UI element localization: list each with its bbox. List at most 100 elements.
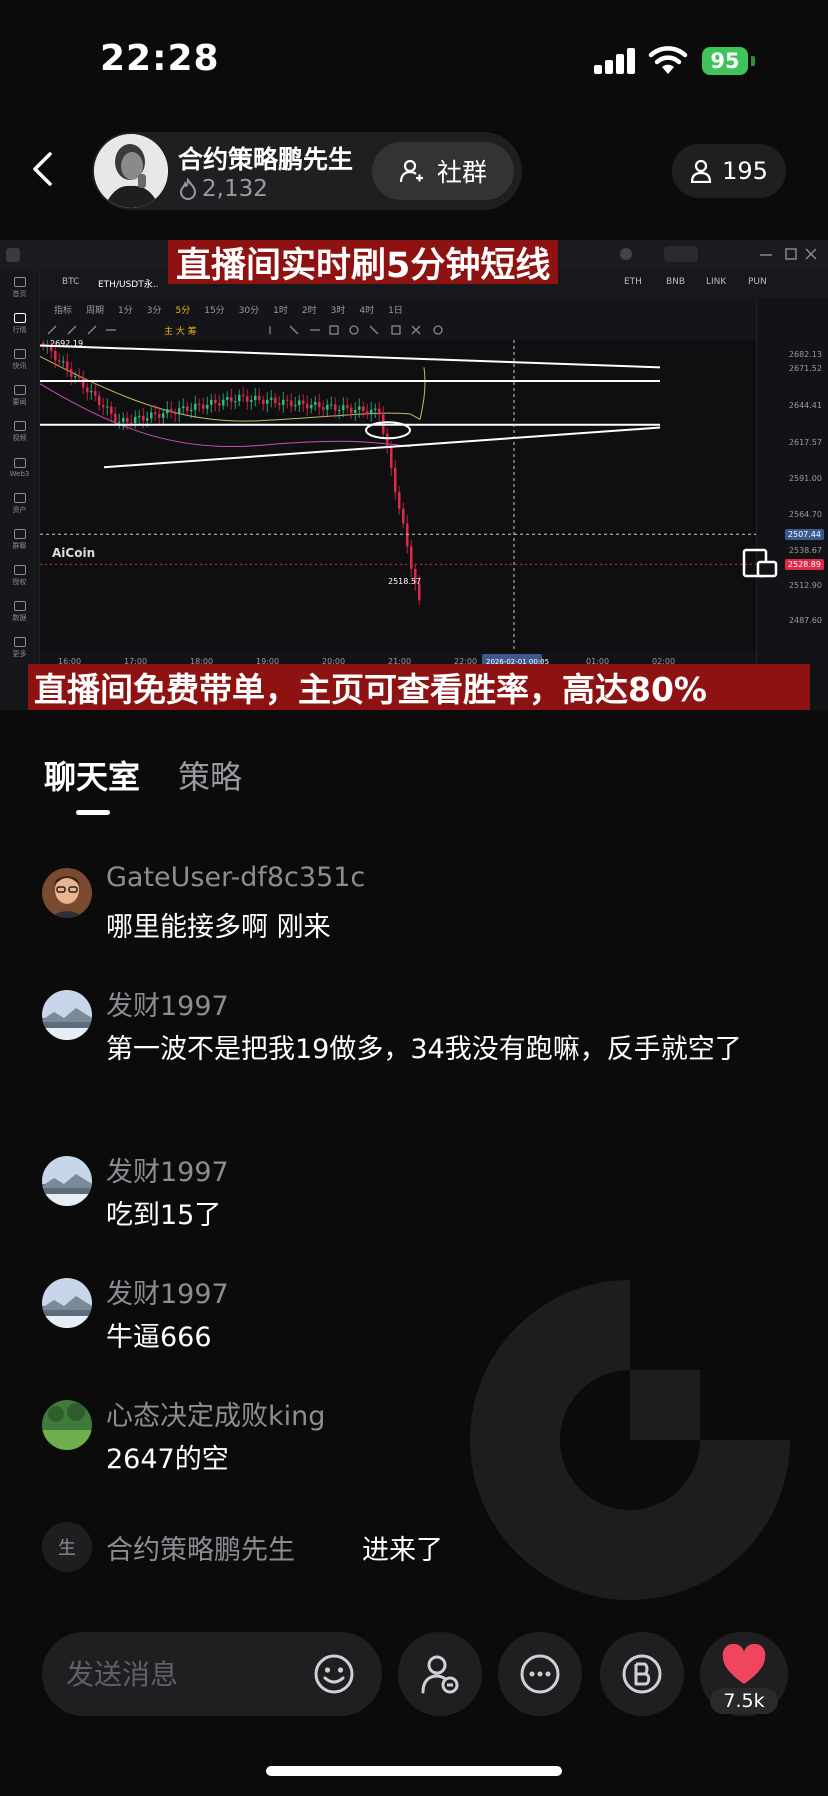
more-button[interactable] (498, 1632, 582, 1716)
home-indicator[interactable] (266, 1766, 562, 1776)
candle-body (266, 399, 269, 404)
chat-message: 心态决定成败king 2647的空 (42, 1394, 802, 1484)
candle-body (202, 404, 205, 409)
battery-tip (751, 56, 755, 66)
symbol-tab: LINK (706, 277, 727, 287)
candle-body (70, 369, 73, 377)
bitcoin-button[interactable] (600, 1632, 684, 1716)
candle-body (230, 397, 233, 402)
host-name: 合约策略鹏先生 (178, 145, 354, 174)
candle-body (118, 421, 121, 423)
chat-username[interactable]: 心态决定成败king (106, 1394, 325, 1433)
candle-body (214, 399, 217, 404)
co-host-button[interactable] (398, 1632, 482, 1716)
symbol-tab: BNB (666, 277, 686, 287)
status-time: 22:28 (100, 38, 220, 79)
candle-body (366, 411, 369, 415)
price-axis: 2682.13 2671.52 2644.41 2617.57 2591.00 2564.… (756, 298, 828, 710)
tab-strategy[interactable]: 策略 (178, 752, 242, 798)
candle-body (318, 402, 321, 408)
candle-body (406, 523, 409, 547)
live-room-page: 22:28 95 合约策略鹏先生 2,132 社群 195 首页 行情 快讯 要… (0, 0, 828, 1796)
toolbar-item: 2时 (301, 305, 317, 316)
candle-body (98, 395, 101, 406)
toolbar-item-active: 5分 (175, 305, 191, 316)
flame-icon (179, 178, 197, 200)
symbol-tab: ETH/USDT永.. (98, 280, 159, 290)
join-username[interactable]: 合约策略鹏先生 (106, 1528, 295, 1567)
price-tick: 2644.41 (788, 401, 822, 411)
user-avatar[interactable] (42, 1278, 92, 1328)
chat-text: 牛逼666 (106, 1322, 212, 1353)
candle-body (314, 402, 317, 405)
high-price-label: 2692.19 (50, 340, 83, 348)
candle-body (402, 508, 405, 524)
candle-body (90, 390, 93, 393)
candle-body (362, 406, 365, 412)
message-input-box[interactable] (42, 1632, 382, 1716)
candle-body (210, 399, 213, 405)
candle-body (378, 408, 381, 415)
candle-body (386, 433, 389, 448)
content-tabs: 聊天室 策略 (0, 730, 828, 820)
toolbar-item: 周期 (86, 305, 105, 316)
candle-body (346, 405, 349, 408)
like-button[interactable]: 7.5k (700, 1632, 788, 1716)
host-likes: 2,132 (178, 176, 268, 202)
viewers-number: 195 (722, 157, 768, 185)
chat-username[interactable]: GateUser-df8c351c (106, 862, 365, 893)
community-button[interactable]: 社群 (372, 142, 514, 200)
drawing-toolbar: 主 大 筹 (40, 320, 756, 340)
chat-username[interactable]: 发财1997 (106, 1150, 229, 1189)
candle-body (198, 403, 201, 405)
candle-body (278, 403, 281, 405)
candle-body (206, 404, 209, 409)
candle-body (78, 376, 81, 379)
candle-body (86, 387, 89, 393)
user-avatar[interactable] (42, 990, 92, 1040)
live-video[interactable]: 首页 行情 快讯 要闻 视频 Web3 资产 群聊 授权 数据 更多 BTC ETH/US… (0, 240, 828, 710)
user-avatar[interactable] (42, 1156, 92, 1206)
back-button[interactable] (22, 144, 62, 194)
candle-body (342, 405, 345, 411)
coin-b-icon (622, 1654, 662, 1694)
live-header: 合约策略鹏先生 2,132 社群 195 (0, 126, 828, 216)
candle-body (110, 406, 113, 414)
user-avatar[interactable] (42, 1400, 92, 1450)
price-chart: 2692.192518.5716:00 17:00 18:00 19:00 20:00 2… (40, 340, 756, 710)
aicoin-logo: AiCoin (52, 546, 96, 560)
symbol-tab: PUN (748, 277, 767, 287)
candle-body (298, 400, 301, 406)
chat-text: 2647的空 (106, 1444, 229, 1475)
candle-body (138, 415, 141, 417)
tab-chat-room[interactable]: 聊天室 (44, 752, 140, 798)
candle-body (194, 403, 197, 410)
price-tick: 2682.13 (788, 349, 822, 359)
message-input[interactable] (66, 1648, 296, 1700)
fullscreen-rotate-icon[interactable] (742, 546, 778, 580)
host-avatar[interactable] (94, 134, 168, 208)
user-avatar[interactable] (42, 868, 92, 918)
symbol-tab: BTC (62, 277, 80, 287)
candle-body (82, 378, 85, 388)
candle-body (274, 397, 277, 404)
viewers-count[interactable]: 195 (672, 144, 786, 198)
chat-username[interactable]: 发财1997 (106, 984, 229, 1023)
emoji-icon[interactable] (312, 1652, 356, 1696)
chat-message: GateUser-df8c351c 哪里能接多啊 刚来 (42, 862, 802, 952)
candle-body (302, 400, 305, 404)
chat-message: 发财1997 牛逼666 (42, 1272, 802, 1362)
host-likes-count: 2,132 (202, 176, 268, 202)
toolbar-item: 1日 (388, 305, 403, 316)
price-tick: 2671.52 (788, 364, 822, 373)
chat-message: 发财1997 第一波不是把我19做多，34我没有跑嘛，反手就空了 (42, 984, 802, 1114)
candle-body (106, 406, 109, 408)
candle-body (374, 408, 377, 410)
candle-body (190, 409, 193, 412)
price-tick: 2487.60 (788, 615, 822, 625)
candle-body (102, 405, 105, 408)
community-label: 社群 (436, 158, 487, 187)
host-card[interactable]: 合约策略鹏先生 2,132 社群 (92, 132, 522, 210)
chat-username[interactable]: 发财1997 (106, 1272, 229, 1311)
candle-body (234, 401, 237, 403)
